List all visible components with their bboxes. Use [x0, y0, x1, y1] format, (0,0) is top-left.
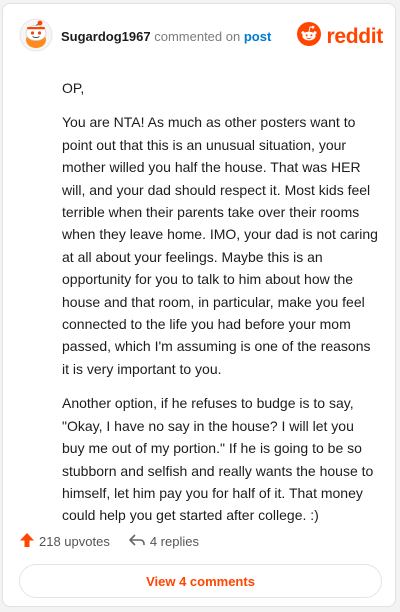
commented-on-text: commented on: [154, 29, 241, 44]
view-comments-button[interactable]: View 4 comments: [19, 564, 382, 598]
replies-button[interactable]: 4 replies: [128, 532, 199, 551]
comment-paragraph: Another option, if he refuses to budge i…: [62, 395, 374, 524]
post-link[interactable]: post: [244, 29, 271, 44]
username[interactable]: Sugardog1967: [61, 29, 151, 44]
upvotes-count: 218 upvotes: [39, 534, 110, 549]
reply-arrow-icon: [128, 532, 146, 551]
comment-paragraph: OP,: [62, 80, 85, 96]
comment-paragraph: You are NTA! As much as other posters wa…: [62, 114, 378, 377]
comment-actions: 218 upvotes 4 replies: [19, 532, 199, 551]
comment-card: Sugardog1967 commented on post reddit OP…: [2, 3, 396, 607]
replies-count: 4 replies: [149, 534, 199, 549]
upvote-button[interactable]: 218 upvotes: [19, 532, 110, 551]
snoo-avatar-icon[interactable]: [19, 18, 53, 52]
upvote-arrow-icon: [19, 532, 35, 551]
comment-body: OP, You are NTA! As much as other poster…: [62, 77, 380, 539]
comment-header: Sugardog1967 commented on post reddit: [3, 4, 395, 64]
comment-meta: Sugardog1967 commented on post: [61, 29, 271, 44]
reddit-logo-icon: [297, 22, 322, 51]
reddit-wordmark: reddit: [326, 24, 383, 48]
reddit-brand[interactable]: reddit: [297, 22, 383, 51]
